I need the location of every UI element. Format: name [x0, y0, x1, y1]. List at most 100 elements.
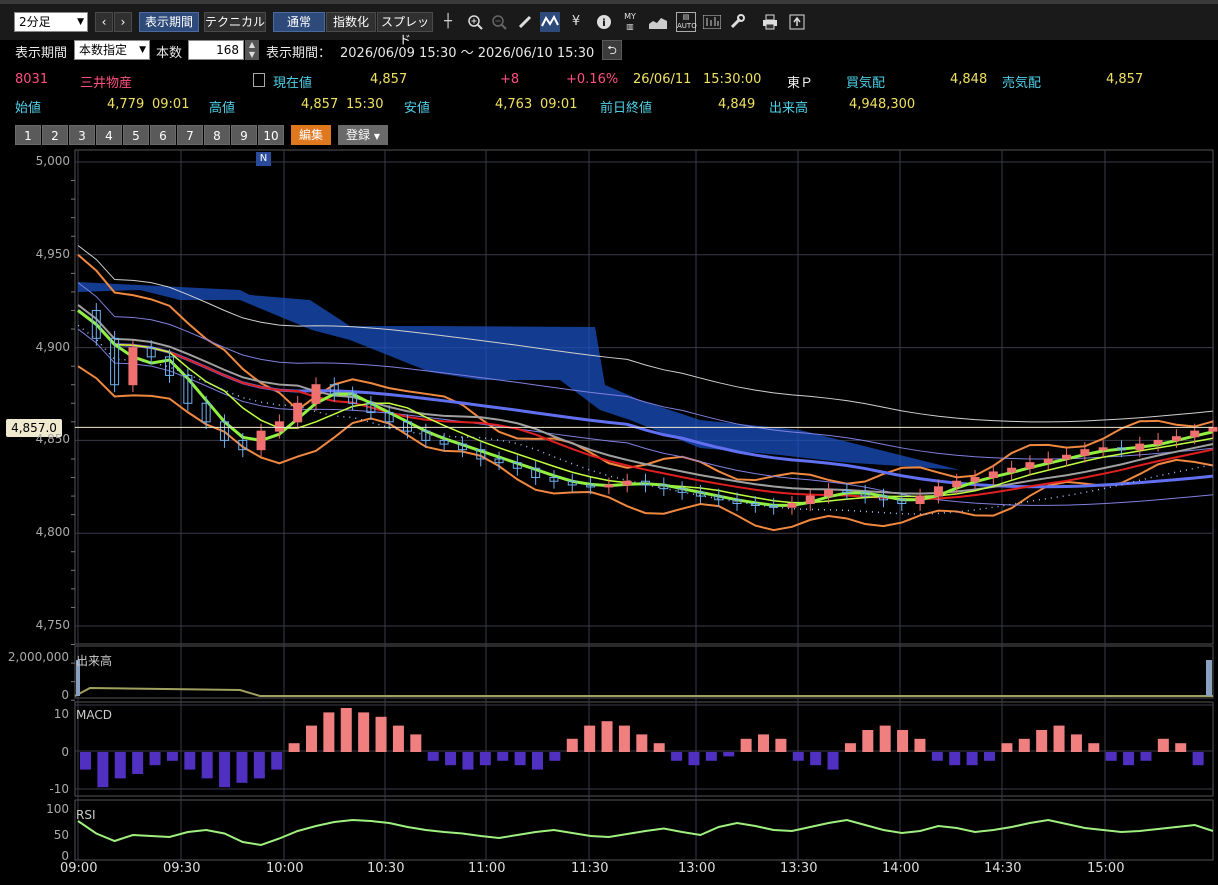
macd-bar: [1001, 743, 1013, 752]
preset-group: 1 2 3 4 5 6 7 8 9 10: [15, 125, 284, 145]
time-tick-label: 13:00: [678, 861, 716, 876]
candle-body: [970, 477, 980, 482]
time-tick-label: 09:30: [163, 861, 201, 876]
preset-button-10[interactable]: 10: [258, 125, 284, 145]
preset-button-3[interactable]: 3: [69, 125, 95, 145]
count-stepper[interactable]: ▲ ▼: [245, 40, 259, 60]
prev-button[interactable]: ‹: [95, 12, 113, 32]
low-value: 4,763: [495, 97, 533, 112]
preset-button-8[interactable]: 8: [204, 125, 230, 145]
preset-button-1[interactable]: 1: [15, 125, 41, 145]
preset-button-4[interactable]: 4: [96, 125, 122, 145]
info-icon[interactable]: i: [594, 12, 614, 32]
macd-bar: [862, 730, 874, 752]
time-tick-label: 13:30: [780, 861, 818, 876]
document-icon[interactable]: [253, 73, 265, 87]
rsi-line: [77, 818, 1214, 847]
area-chart-icon[interactable]: [648, 12, 668, 32]
candle-body: [622, 480, 632, 486]
bar-chart-icon[interactable]: [702, 12, 722, 32]
yen-icon[interactable]: ¥: [566, 12, 586, 32]
preset-button-7[interactable]: 7: [177, 125, 203, 145]
ma-blue-line: [77, 309, 1214, 489]
technical-button[interactable]: テクニカル: [204, 12, 266, 32]
crosshair-icon[interactable]: ┼: [438, 12, 458, 32]
macd-bar: [949, 752, 961, 766]
prev-close-label: 前日終値: [600, 101, 653, 116]
spread-button[interactable]: スプレッド: [377, 12, 433, 47]
price-tick-label: 4,900: [35, 339, 70, 354]
export-icon[interactable]: [787, 12, 807, 32]
candle-body: [952, 480, 962, 488]
current-value: 4,857: [370, 72, 408, 87]
macd-bar: [584, 725, 596, 752]
auto-icon[interactable]: ▤ AUTO: [676, 12, 697, 32]
interval-value: 2分足: [19, 15, 51, 29]
pencil-icon[interactable]: [515, 12, 535, 32]
zoom-out-icon[interactable]: [489, 12, 509, 32]
volume-axis-zero: 0: [61, 688, 69, 702]
toolbar: 2分足 ▼ ‹ › 表示期間 テクニカル 通常 指数化 スプレッド ┼ ¥ i M…: [0, 0, 1218, 47]
macd-bar: [1175, 743, 1187, 752]
price-panel-frame: [74, 149, 1214, 645]
macd-bar: [253, 752, 265, 779]
index-button[interactable]: 指数化: [326, 12, 376, 32]
period-label: 表示期間: [15, 46, 68, 61]
zoom-in-icon[interactable]: [465, 12, 485, 32]
stock-code: 8031: [15, 72, 49, 87]
candle-body: [1080, 449, 1090, 456]
bid-label: 買気配: [846, 76, 886, 91]
market-name: 東Ｐ: [787, 76, 814, 91]
rsi-panel-title: RSI: [76, 808, 96, 822]
candle-body: [1098, 447, 1108, 451]
interval-select[interactable]: 2分足 ▼: [14, 12, 88, 32]
preset-button-9[interactable]: 9: [231, 125, 257, 145]
candle-body: [128, 347, 138, 386]
macd-bar: [1192, 752, 1204, 766]
macd-bar: [844, 743, 856, 752]
return-icon: ⮌: [607, 43, 617, 57]
candle-body: [1062, 454, 1072, 460]
macd-bar: [566, 738, 578, 752]
macd-bar: [514, 752, 526, 766]
svg-text:i: i: [602, 18, 605, 29]
macd-bar: [149, 752, 161, 766]
display-period-button[interactable]: 表示期間: [139, 12, 199, 32]
chart-area[interactable]: [0, 148, 1218, 885]
macd-bar: [601, 721, 613, 752]
candle-body: [293, 402, 303, 423]
period-mode-value: 本数指定: [79, 43, 128, 57]
macd-bar: [271, 752, 283, 770]
next-button[interactable]: ›: [114, 12, 132, 32]
macd-axis-zero: 0: [61, 745, 69, 759]
candle-body: [274, 421, 284, 432]
trend-icon[interactable]: [540, 12, 560, 32]
period-mode-select[interactable]: 本数指定 ▼: [74, 40, 150, 60]
count-input[interactable]: 168: [188, 40, 244, 60]
news-marker[interactable]: N: [256, 152, 271, 166]
wrench-icon[interactable]: [727, 12, 747, 32]
preset-button-2[interactable]: 2: [42, 125, 68, 145]
edit-button[interactable]: 編集: [291, 125, 331, 145]
macd-bar: [653, 743, 665, 752]
register-button[interactable]: 登録 ▼: [338, 125, 388, 145]
macd-bar: [740, 738, 752, 752]
volume-panel-title: 出来高: [76, 654, 113, 668]
volume-bar: [1206, 660, 1212, 696]
preset-button-5[interactable]: 5: [123, 125, 149, 145]
rsi-axis-mid: 50: [53, 828, 69, 842]
time-tick-label: 15:00: [1087, 861, 1125, 876]
normal-button[interactable]: 通常: [273, 12, 325, 32]
chevron-down-icon: ▼: [373, 132, 380, 141]
print-icon[interactable]: [760, 12, 780, 32]
preset-button-6[interactable]: 6: [150, 125, 176, 145]
range-label: 表示期間：: [266, 46, 332, 61]
volume-panel-frame: [74, 645, 1214, 699]
macd-bar: [236, 752, 248, 783]
macd-bar: [358, 712, 370, 752]
my-icon[interactable]: MY ▥: [620, 12, 640, 32]
volume-value: 4,948,300: [849, 97, 916, 112]
reset-period-button[interactable]: ⮌: [602, 40, 622, 60]
macd-bar: [427, 752, 439, 761]
macd-bar: [636, 734, 648, 752]
